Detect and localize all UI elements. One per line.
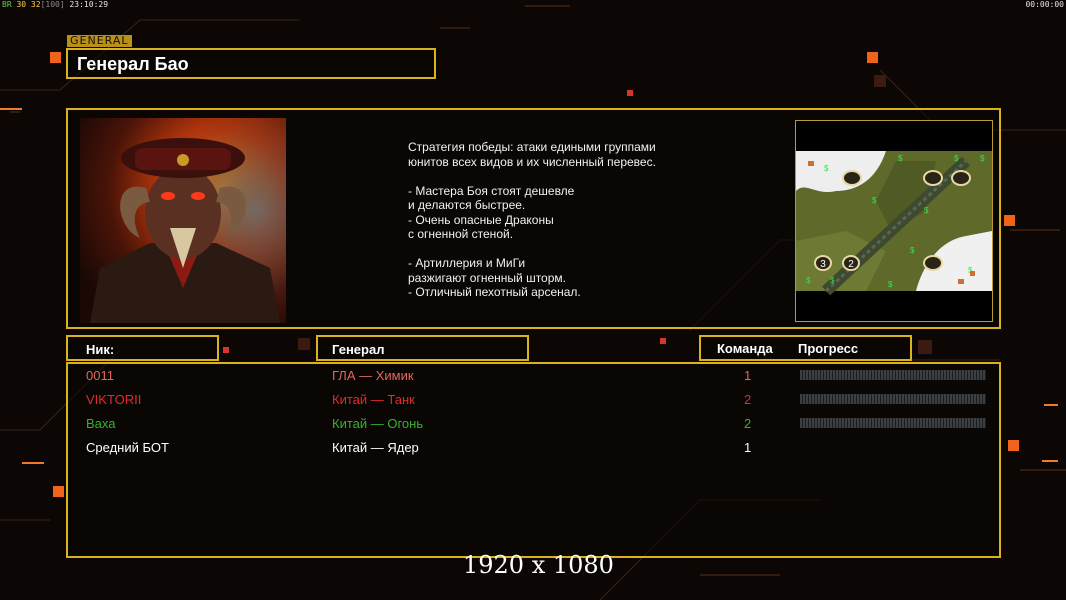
player-nick: 0011 bbox=[86, 368, 114, 383]
start-slot-2[interactable]: 2 bbox=[842, 255, 860, 271]
player-row[interactable]: Средний БОТ Китай — Ядер 1 bbox=[68, 439, 999, 459]
general-portrait bbox=[80, 118, 286, 323]
status-bracket: [100] bbox=[40, 0, 65, 9]
header-team-progress-box: Команда Прогресс bbox=[699, 335, 912, 361]
player-progress-bar bbox=[800, 394, 986, 404]
player-progress-bar bbox=[800, 418, 986, 428]
status-bar-left: BR 30 32[100] 23:10:29 bbox=[2, 0, 108, 9]
svg-text:$: $ bbox=[872, 196, 877, 205]
player-team[interactable]: 1 bbox=[744, 440, 751, 455]
minimap: 3 2 $ $ $ $$$ $ $ $ $$ bbox=[796, 151, 992, 296]
map-preview[interactable]: 3 2 $ $ $ $ $ $ $ $ $ $ $ bbox=[795, 120, 993, 322]
player-nick: Средний БОТ bbox=[86, 440, 169, 455]
header-nick-box: Ник: bbox=[66, 335, 219, 361]
header-nick: Ник: bbox=[86, 342, 115, 357]
player-row[interactable]: 0011 ГЛА — Химик 1 bbox=[68, 367, 999, 387]
svg-text:$: $ bbox=[888, 280, 893, 289]
svg-text:$: $ bbox=[910, 246, 915, 255]
start-slot-3[interactable]: 3 bbox=[814, 255, 832, 271]
player-row[interactable]: VIKTORII Китай — Танк 2 bbox=[68, 391, 999, 411]
svg-text:$: $ bbox=[898, 154, 903, 163]
player-team[interactable]: 1 bbox=[744, 368, 751, 383]
resolution-label: 1920 x 1080 bbox=[463, 551, 614, 579]
svg-text:$: $ bbox=[830, 276, 835, 285]
general-tag: GENERAL bbox=[67, 35, 132, 47]
header-team: Команда bbox=[717, 341, 773, 356]
general-name: Генерал Бао bbox=[77, 54, 189, 74]
players-list: 0011 ГЛА — Химик 1 VIKTORII Китай — Танк 2 Вах… bbox=[66, 362, 1001, 558]
header-general-box: Генерал bbox=[316, 335, 529, 361]
player-row[interactable]: Ваха Китай — Огонь 2 bbox=[68, 415, 999, 435]
svg-text:$: $ bbox=[980, 154, 985, 163]
status-values: 30 32 bbox=[16, 0, 41, 9]
svg-text:$: $ bbox=[954, 154, 959, 163]
player-general[interactable]: ГЛА — Химик bbox=[332, 368, 414, 383]
svg-text:$: $ bbox=[824, 164, 829, 173]
player-nick: VIKTORII bbox=[86, 392, 142, 407]
player-progress-bar bbox=[800, 370, 986, 380]
svg-text:$: $ bbox=[924, 206, 929, 215]
status-clock: 23:10:29 bbox=[69, 0, 109, 9]
status-timer: 00:00:00 bbox=[1025, 0, 1064, 9]
general-info-panel: Стратегия победы: атаки едиными группами… bbox=[66, 108, 1001, 329]
slot-label-2: 2 bbox=[848, 259, 854, 270]
header-progress: Прогресс bbox=[798, 341, 859, 356]
player-general[interactable]: Китай — Огонь bbox=[332, 416, 423, 431]
general-description: Стратегия победы: атаки едиными группами… bbox=[408, 140, 656, 299]
slot-label-3: 3 bbox=[820, 259, 826, 270]
general-title-box: Генерал Бао bbox=[66, 48, 436, 79]
header-general: Генерал bbox=[332, 342, 385, 357]
player-team[interactable]: 2 bbox=[744, 416, 751, 431]
player-general[interactable]: Китай — Ядер bbox=[332, 440, 419, 455]
player-general[interactable]: Китай — Танк bbox=[332, 392, 415, 407]
player-nick: Ваха bbox=[86, 416, 116, 431]
svg-text:$: $ bbox=[806, 276, 811, 285]
status-prefix: BR bbox=[2, 0, 12, 9]
player-team[interactable]: 2 bbox=[744, 392, 751, 407]
